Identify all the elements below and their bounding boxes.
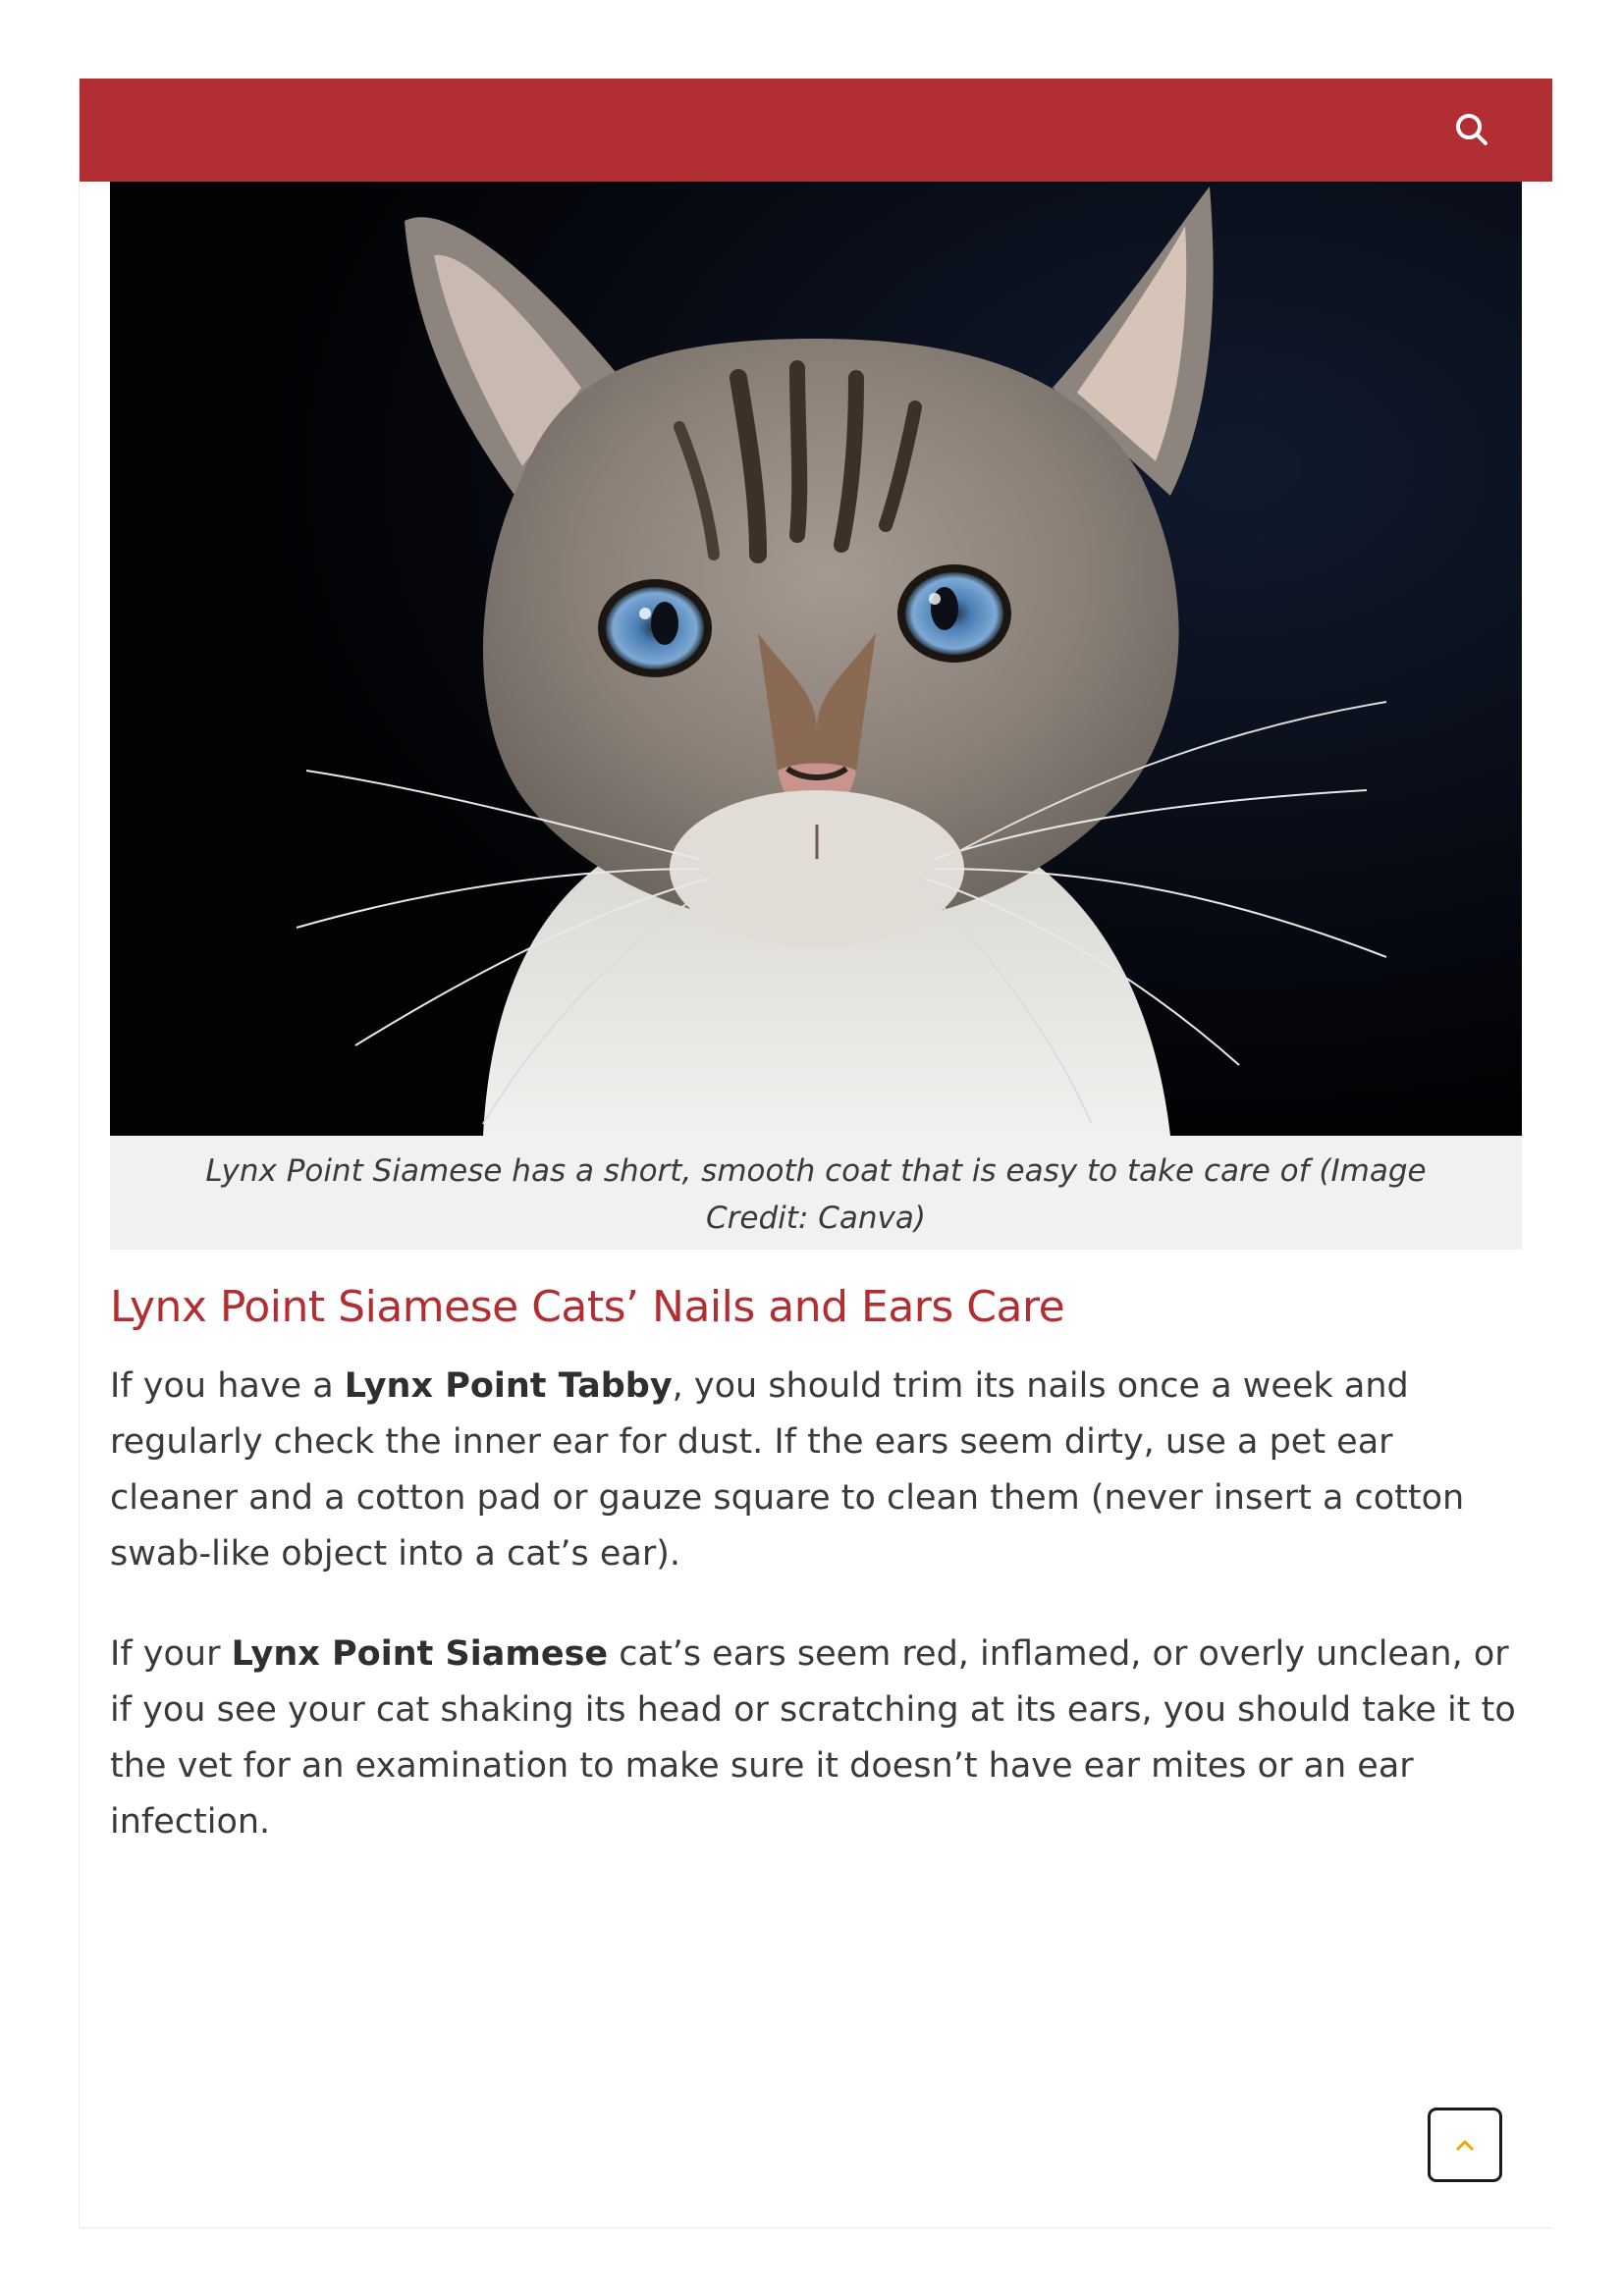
cat-photo	[110, 182, 1522, 1136]
article-content: Lynx Point Siamese Cats’ Nails and Ears …	[110, 1278, 1524, 1850]
site-header	[80, 79, 1552, 182]
bold-term-lynx-point-siamese: Lynx Point Siamese	[231, 1634, 609, 1674]
image-caption: Lynx Point Siamese has a short, smooth c…	[110, 1136, 1522, 1250]
article-figure: Lynx Point Siamese has a short, smooth c…	[110, 182, 1522, 1250]
section-heading: Lynx Point Siamese Cats’ Nails and Ears …	[110, 1282, 1065, 1332]
chevron-up-icon	[1456, 2140, 1474, 2151]
paragraph-text: If you have a	[110, 1366, 345, 1406]
paragraph-nails-ears: If you have a Lynx Point Tabby, you shou…	[110, 1359, 1524, 1582]
page-container: Lynx Point Siamese has a short, smooth c…	[79, 79, 1552, 2228]
bold-term-lynx-point-tabby: Lynx Point Tabby	[344, 1366, 673, 1406]
paragraph-text: If your	[110, 1634, 232, 1674]
search-button[interactable]	[1452, 110, 1491, 149]
scroll-to-top-button[interactable]	[1428, 2108, 1502, 2182]
search-icon	[1456, 114, 1488, 145]
paragraph-vet-advice: If your Lynx Point Siamese cat’s ears se…	[110, 1627, 1524, 1850]
